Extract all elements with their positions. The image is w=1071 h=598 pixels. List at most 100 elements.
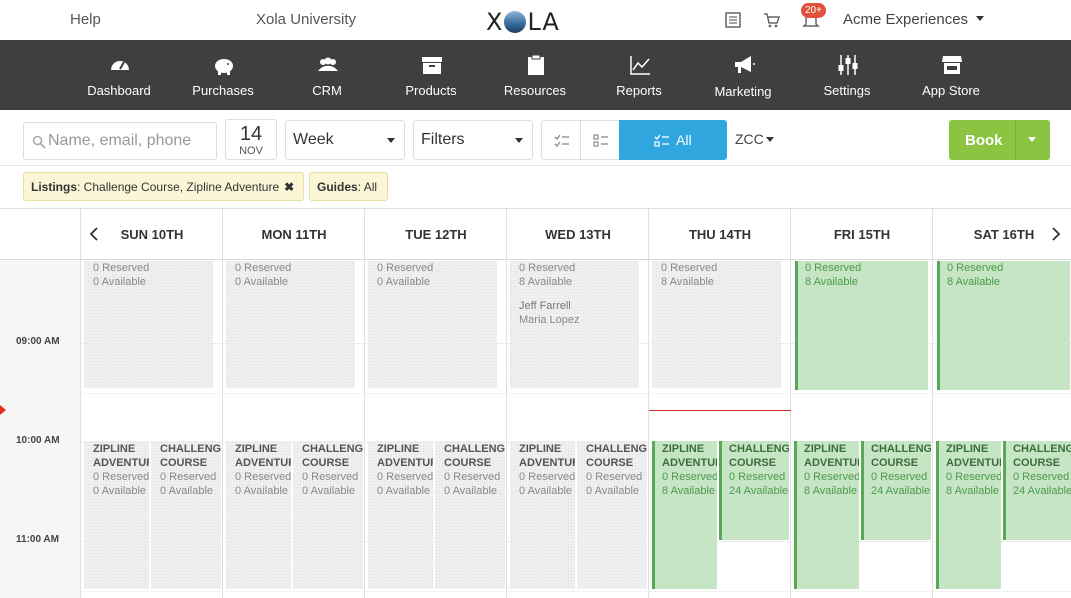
nav-marketing[interactable]: Marketing [691,40,795,110]
zipline-event[interactable]: ZIPLINE ADVENTURE 0 Reserved 8 Available [652,441,717,589]
nav-settings[interactable]: Settings [795,40,899,110]
nav-products[interactable]: Products [379,40,483,110]
piggy-bank-icon [215,59,233,75]
challenge-event[interactable]: CHALLENGE COURSE 0 Reserved 0 Available [151,441,221,589]
chevron-down-icon [515,138,523,143]
day-header[interactable]: SAT 16TH [933,209,1071,260]
help-link[interactable]: Help [70,11,101,28]
challenge-event[interactable]: CHALLENGE COURSE 0 Reserved 24 Available [1003,441,1071,540]
day-header[interactable]: FRI 15TH [791,209,933,260]
reserved-count: 0 Reserved [805,262,862,274]
day-header[interactable]: WED 13TH [507,209,649,260]
notification-badge[interactable]: 20+ [801,3,826,18]
event-block[interactable]: 0 Reserved 0 Available [368,261,497,388]
reserved-count: 0 Reserved [519,262,576,274]
event-title: ZIPLINE [519,443,562,455]
reserved-count: 0 Reserved [377,262,434,274]
event-title: ZIPLINE [946,443,989,455]
event-title: COURSE [1013,457,1061,469]
zipline-event[interactable]: ZIPLINE ADVENTURE 0 Reserved 0 Available [226,441,291,589]
nav-dashboard[interactable]: Dashboard [67,40,171,110]
column-divider [506,209,507,598]
reserved-count: 0 Reserved [1013,471,1070,483]
day-header[interactable]: SUN 10TH [81,209,223,260]
clipboard-icon [528,54,544,75]
available-count: 0 Available [519,485,573,497]
event-title: ZIPLINE [804,443,847,455]
event-block[interactable]: 0 Reserved 8 Available [652,261,781,388]
day-headers: SUN 10TH MON 11TH TUE 12TH WED 13TH THU 14TH… [0,209,1071,260]
zipline-event[interactable]: ZIPLINE ADVENTURE 0 Reserved 0 Available [368,441,433,589]
event-title: ZIPLINE [235,443,278,455]
event-block[interactable]: 0 Reserved 0 Available [226,261,355,388]
book-button[interactable]: Book [949,120,1050,160]
reserved-count: 0 Reserved [160,471,217,483]
zipline-event[interactable]: ZIPLINE ADVENTURE 0 Reserved 8 Available [936,441,1001,589]
event-block[interactable]: 0 Reserved 8 Available Jeff Farrell Maria L… [510,261,639,388]
zipline-event[interactable]: ZIPLINE ADVENTURE 0 Reserved 0 Available [510,441,575,589]
day-header[interactable]: TUE 12TH [365,209,507,260]
listings-filter-chip[interactable]: Listings: Challenge Course, Zipline Adve… [23,172,304,201]
search-box[interactable] [23,122,217,160]
event-block[interactable]: 0 Reserved 8 Available [795,261,928,390]
unchecked-list-toggle[interactable] [580,120,620,160]
event-block[interactable]: 0 Reserved 0 Available [84,261,213,388]
newspaper-icon[interactable] [724,12,742,28]
column-divider [80,209,81,598]
event-title: ZIPLINE [662,443,705,455]
event-title: ADVENTURE [519,457,575,469]
line-chart-icon [630,56,650,75]
time-label: 10:00 AM [16,435,60,446]
column-divider [790,209,791,598]
filters-select[interactable]: Filters [413,120,533,160]
book-dropdown-chevron-icon[interactable] [1028,137,1036,142]
xola-logo[interactable]: X LA [486,8,560,36]
challenge-event[interactable]: CHALLENGE COURSE 0 Reserved 24 Available [719,441,789,540]
event-title: CHALLENGE [1013,443,1071,455]
view-select[interactable]: Week [285,120,405,160]
available-count: 8 Available [519,276,573,288]
remove-filter-icon[interactable]: ✖ [284,180,294,194]
all-toggle[interactable]: All [619,120,727,160]
challenge-event[interactable]: CHALLENGE COURSE 0 Reserved 0 Available [293,441,363,589]
nav-purchases[interactable]: Purchases [171,40,275,110]
cart-icon[interactable] [763,12,781,28]
available-count: 0 Available [93,276,147,288]
day-header[interactable]: THU 14TH [649,209,791,260]
nav-reports[interactable]: Reports [587,40,691,110]
event-block[interactable]: 0 Reserved 8 Available [937,261,1070,390]
checked-list-toggle[interactable] [541,120,581,160]
logo-globe-icon [504,11,527,33]
xola-university-link[interactable]: Xola University [256,11,356,28]
nav-app-store[interactable]: App Store [899,40,1003,110]
available-count: 8 Available [662,485,716,497]
chevron-down-icon [387,138,395,143]
event-title: CHALLENGE [586,443,647,455]
available-count: 8 Available [804,485,858,497]
day-header[interactable]: MON 11TH [223,209,365,260]
event-title: ZIPLINE [93,443,136,455]
half-hour-line [81,393,1071,394]
date-picker[interactable]: 14 NOV [225,119,277,160]
available-count: 0 Available [235,485,289,497]
timezone-select[interactable]: ZCC [735,131,774,147]
challenge-event[interactable]: CHALLENGE COURSE 0 Reserved 0 Available [577,441,647,589]
zipline-event[interactable]: ZIPLINE ADVENTURE 0 Reserved 8 Available [794,441,859,589]
reserved-count: 0 Reserved [377,471,433,483]
zipline-event[interactable]: ZIPLINE ADVENTURE 0 Reserved 0 Available [84,441,149,589]
users-icon [318,57,338,71]
challenge-event[interactable]: CHALLENGE COURSE 0 Reserved 24 Available [861,441,931,540]
challenge-event[interactable]: CHALLENGE COURSE 0 Reserved 0 Available [435,441,505,589]
event-title: CHALLENGE [444,443,505,455]
event-title: CHALLENGE [302,443,363,455]
chevron-down-icon [765,137,774,142]
reserved-count: 0 Reserved [661,262,718,274]
nav-crm[interactable]: CRM [275,40,379,110]
account-menu[interactable]: Acme Experiences [843,11,985,28]
guides-filter-chip[interactable]: Guides: All [309,172,388,201]
event-title: COURSE [160,457,208,469]
reserved-count: 0 Reserved [235,262,292,274]
search-input[interactable] [48,131,213,151]
nav-resources[interactable]: Resources [483,40,587,110]
reserved-count: 0 Reserved [947,262,1004,274]
